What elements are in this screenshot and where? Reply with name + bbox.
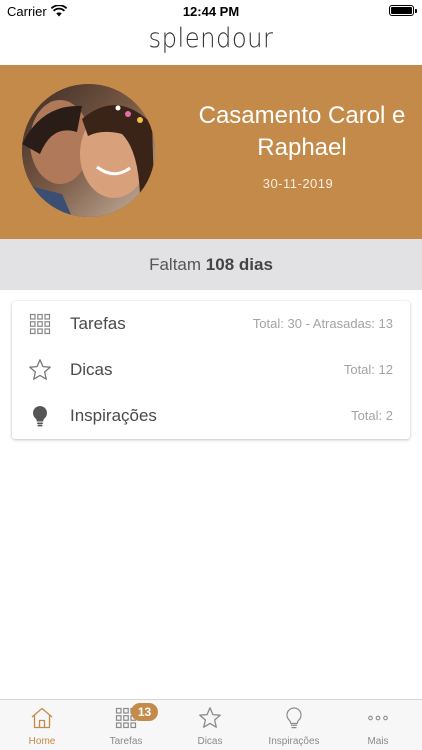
tab-dicas[interactable]: Dicas <box>168 700 252 750</box>
summary-row-meta: Total: 30 - Atrasadas: 13 <box>252 316 393 331</box>
countdown-prefix: Faltam <box>149 255 202 274</box>
summary-row-label: Tarefas <box>70 314 126 333</box>
countdown-value: 108 dias <box>205 255 273 274</box>
more-icon <box>368 715 388 721</box>
lightbulb-icon <box>286 707 302 729</box>
summary-row-tarefas[interactable]: Tarefas Total: 30 - Atrasadas: 13 <box>12 301 410 347</box>
tab-label: Tarefas <box>109 736 143 747</box>
summary-row-inspiracoes[interactable]: Inspirações Total: 2 <box>12 393 410 439</box>
couple-photo[interactable] <box>22 84 155 217</box>
home-icon <box>31 707 53 729</box>
event-date: 30-11-2019 <box>262 176 334 191</box>
summary-row-label: Inspirações <box>70 406 157 425</box>
event-title: Casamento Carol e Raphael <box>198 102 406 161</box>
summary-row-meta: Total: 12 <box>343 362 393 377</box>
star-icon <box>29 359 51 380</box>
status-time: 12:44 PM <box>182 4 240 19</box>
countdown-banner: Faltam 108 dias <box>0 239 422 290</box>
grid-icon <box>29 313 51 335</box>
tab-label: Dicas <box>197 736 223 747</box>
summary-row-dicas[interactable]: Dicas Total: 12 <box>12 347 410 393</box>
tab-tarefas[interactable]: 13 Tarefas <box>84 700 168 750</box>
tab-mais[interactable]: Mais <box>336 700 420 750</box>
app-logo: splendour <box>148 23 274 54</box>
star-icon <box>199 707 221 728</box>
tab-home[interactable]: Home <box>0 700 84 750</box>
tab-inspiracoes[interactable]: Inspirações <box>252 700 336 750</box>
tab-label: Mais <box>367 736 389 747</box>
tarefas-badge: 13 <box>131 703 158 721</box>
summary-row-meta: Total: 2 <box>351 408 393 423</box>
tab-bar: Home 13 Tarefas Dicas Inspirações Mais <box>0 699 422 750</box>
status-bar: Carrier 12:44 PM <box>0 0 422 22</box>
nav-header: splendour <box>0 22 422 65</box>
tab-label: Home <box>28 736 56 747</box>
summary-card: Tarefas Total: 30 - Atrasadas: 13 Dicas … <box>12 301 410 439</box>
tab-label: Inspirações <box>268 736 320 747</box>
event-header: Casamento Carol e Raphael 30-11-2019 <box>0 65 422 239</box>
summary-row-label: Dicas <box>70 360 113 379</box>
lightbulb-icon <box>32 405 48 427</box>
battery-icon <box>389 5 417 16</box>
